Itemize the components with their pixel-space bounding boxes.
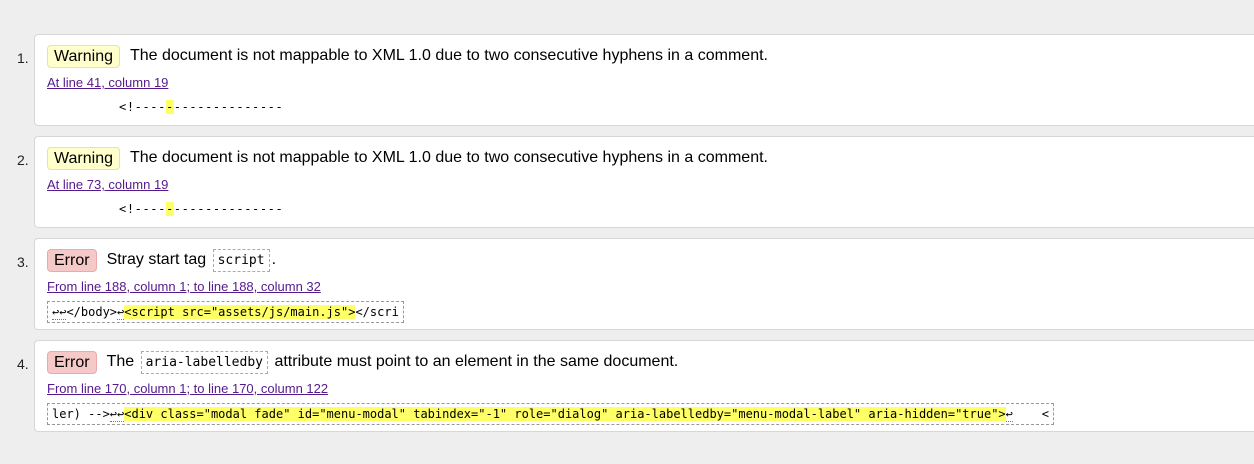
source-extract: ↩↩ </body> ↩ <script src="assets/js/main.js…: [47, 301, 404, 323]
message-text: The document is not mappable to XML 1.0 …: [129, 47, 768, 64]
source-extract: ler) --> ↩↩ <div class="modal fade" id="me…: [47, 403, 1055, 425]
warning-badge: Warning: [47, 146, 120, 170]
extract-post: --------------: [173, 100, 284, 114]
extract-highlight: -: [165, 202, 174, 216]
message-item: 3. Error Stray start tag script. From li…: [17, 238, 1254, 330]
message-number: 1.: [17, 50, 29, 66]
message-number: 4.: [17, 356, 29, 372]
warning-badge: Warning: [47, 44, 120, 68]
message-item: 2. Warning The document is not mappable …: [17, 136, 1254, 228]
extract-post: </scri: [355, 305, 399, 319]
extract-pre: <!----: [119, 202, 166, 216]
extract-highlight: <script src="assets/js/main.js">: [124, 305, 356, 319]
newline-marker: ↩: [1005, 406, 1013, 422]
message-text-after: attribute must point to an element in th…: [274, 352, 679, 370]
message-number: 2.: [17, 152, 29, 168]
extract-highlight: -: [165, 100, 174, 114]
extract-highlight: <div class="modal fade" id="menu-modal" …: [124, 407, 1006, 421]
code-snippet: script: [212, 248, 270, 272]
message-text: Stray start tag script.: [106, 248, 277, 272]
newline-marker: ↩↩: [52, 304, 67, 320]
location-link[interactable]: From line 170, column 1; to line 170, co…: [47, 381, 328, 396]
location-link[interactable]: At line 41, column 19: [47, 75, 168, 90]
message-text: The aria-labelledby attribute must point…: [106, 350, 679, 374]
message-item: 4. Error The aria-labelledby attribute m…: [17, 340, 1254, 432]
message-text: The document is not mappable to XML 1.0 …: [129, 149, 768, 166]
message-text-before: Stray start tag: [106, 250, 207, 268]
message-number: 3.: [17, 254, 29, 270]
extract-pre: </body>: [66, 305, 118, 319]
extract-pre: ler) -->: [52, 407, 110, 421]
newline-marker: ↩: [117, 304, 125, 320]
error-badge: Error: [47, 248, 97, 272]
location-link[interactable]: From line 188, column 1; to line 188, co…: [47, 279, 321, 294]
extract-post: --------------: [173, 202, 284, 216]
source-extract: <!---- - --------------: [119, 97, 283, 117]
source-extract: <!---- - --------------: [119, 199, 283, 219]
message-item: 1. Warning The document is not mappable …: [17, 34, 1254, 126]
newline-marker: ↩↩: [109, 406, 125, 422]
error-badge: Error: [47, 350, 97, 374]
location-link[interactable]: At line 73, column 19: [47, 177, 168, 192]
message-text-before: The: [106, 352, 135, 370]
extract-post: <: [1012, 407, 1050, 421]
code-snippet: aria-labelledby: [140, 350, 268, 374]
message-text-after: .: [271, 250, 277, 268]
extract-pre: <!----: [119, 100, 166, 114]
